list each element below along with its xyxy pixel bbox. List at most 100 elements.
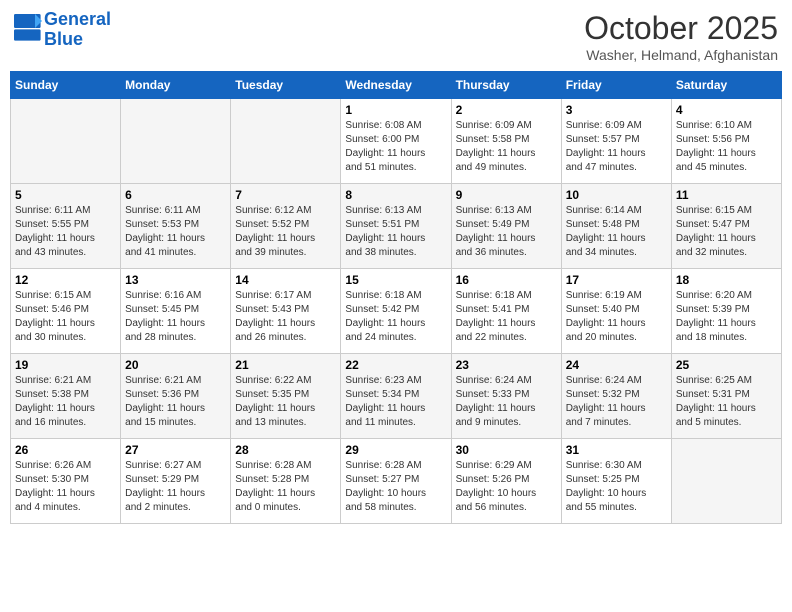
day-number: 19 [15,358,116,372]
weekday-header-thursday: Thursday [451,72,561,99]
day-info: Sunrise: 6:11 AM Sunset: 5:55 PM Dayligh… [15,204,116,260]
weekday-header-sunday: Sunday [11,72,121,99]
day-info: Sunrise: 6:13 AM Sunset: 5:49 PM Dayligh… [456,204,557,260]
calendar-week-2: 5 Sunrise: 6:11 AM Sunset: 5:55 PM Daylig… [11,184,782,269]
weekday-header-monday: Monday [121,72,231,99]
day-info: Sunrise: 6:23 AM Sunset: 5:34 PM Dayligh… [345,374,446,430]
day-number: 23 [456,358,557,372]
day-number: 24 [566,358,667,372]
day-info: Sunrise: 6:19 AM Sunset: 5:40 PM Dayligh… [566,289,667,345]
calendar-table: SundayMondayTuesdayWednesdayThursdayFrid… [10,71,782,524]
day-info: Sunrise: 6:27 AM Sunset: 5:29 PM Dayligh… [125,459,226,515]
calendar-cell: 7 Sunrise: 6:12 AM Sunset: 5:52 PM Daylig… [231,184,341,269]
calendar-cell: 14 Sunrise: 6:17 AM Sunset: 5:43 PM Dayli… [231,269,341,354]
day-info: Sunrise: 6:24 AM Sunset: 5:33 PM Dayligh… [456,374,557,430]
day-number: 28 [235,443,336,457]
day-number: 27 [125,443,226,457]
calendar-cell: 15 Sunrise: 6:18 AM Sunset: 5:42 PM Dayli… [341,269,451,354]
calendar-cell: 24 Sunrise: 6:24 AM Sunset: 5:32 PM Dayli… [561,354,671,439]
day-number: 16 [456,273,557,287]
day-number: 31 [566,443,667,457]
logo-icon [14,14,42,42]
day-number: 14 [235,273,336,287]
day-info: Sunrise: 6:25 AM Sunset: 5:31 PM Dayligh… [676,374,777,430]
calendar-cell: 1 Sunrise: 6:08 AM Sunset: 6:00 PM Daylig… [341,99,451,184]
title-block: October 2025 Washer, Helmand, Afghanista… [584,10,778,63]
calendar-cell: 13Sunrise: 6:16 AM Sunset: 5:45 PM Dayli… [121,269,231,354]
day-number: 18 [676,273,777,287]
day-number: 9 [456,188,557,202]
day-info: Sunrise: 6:21 AM Sunset: 5:36 PM Dayligh… [125,374,226,430]
calendar-cell: 25 Sunrise: 6:25 AM Sunset: 5:31 PM Dayli… [671,354,781,439]
calendar-cell: 11 Sunrise: 6:15 AM Sunset: 5:47 PM Dayli… [671,184,781,269]
day-number: 11 [676,188,777,202]
day-number: 21 [235,358,336,372]
calendar-cell: 19 Sunrise: 6:21 AM Sunset: 5:38 PM Dayli… [11,354,121,439]
day-number: 7 [235,188,336,202]
calendar-cell: 23 Sunrise: 6:24 AM Sunset: 5:33 PM Dayli… [451,354,561,439]
month-title: October 2025 [584,10,778,47]
day-number: 12 [15,273,116,287]
weekday-header-friday: Friday [561,72,671,99]
day-info: Sunrise: 6:20 AM Sunset: 5:39 PM Dayligh… [676,289,777,345]
day-number: 15 [345,273,446,287]
calendar-cell: 9 Sunrise: 6:13 AM Sunset: 5:49 PM Daylig… [451,184,561,269]
calendar-cell: 18 Sunrise: 6:20 AM Sunset: 5:39 PM Dayli… [671,269,781,354]
day-info: Sunrise: 6:15 AM Sunset: 5:47 PM Dayligh… [676,204,777,260]
calendar-cell: 10Sunrise: 6:14 AM Sunset: 5:48 PM Dayli… [561,184,671,269]
calendar-cell: 2 Sunrise: 6:09 AM Sunset: 5:58 PM Daylig… [451,99,561,184]
day-info: Sunrise: 6:24 AM Sunset: 5:32 PM Dayligh… [566,374,667,430]
calendar-cell: 22Sunrise: 6:23 AM Sunset: 5:34 PM Dayli… [341,354,451,439]
calendar-cell: 29 Sunrise: 6:28 AM Sunset: 5:27 PM Dayli… [341,439,451,524]
day-number: 6 [125,188,226,202]
day-info: Sunrise: 6:13 AM Sunset: 5:51 PM Dayligh… [345,204,446,260]
calendar-cell [121,99,231,184]
day-number: 25 [676,358,777,372]
calendar-cell: 26Sunrise: 6:26 AM Sunset: 5:30 PM Dayli… [11,439,121,524]
calendar-week-1: 1 Sunrise: 6:08 AM Sunset: 6:00 PM Daylig… [11,99,782,184]
day-number: 3 [566,103,667,117]
calendar-week-4: 19 Sunrise: 6:21 AM Sunset: 5:38 PM Dayli… [11,354,782,439]
day-number: 8 [345,188,446,202]
day-info: Sunrise: 6:28 AM Sunset: 5:28 PM Dayligh… [235,459,336,515]
day-number: 4 [676,103,777,117]
day-number: 17 [566,273,667,287]
calendar-cell: 20Sunrise: 6:21 AM Sunset: 5:36 PM Dayli… [121,354,231,439]
day-info: Sunrise: 6:12 AM Sunset: 5:52 PM Dayligh… [235,204,336,260]
day-info: Sunrise: 6:28 AM Sunset: 5:27 PM Dayligh… [345,459,446,515]
day-info: Sunrise: 6:09 AM Sunset: 5:57 PM Dayligh… [566,119,667,175]
calendar-cell [231,99,341,184]
calendar-cell: 17 Sunrise: 6:19 AM Sunset: 5:40 PM Dayli… [561,269,671,354]
weekday-header-row: SundayMondayTuesdayWednesdayThursdayFrid… [11,72,782,99]
day-info: Sunrise: 6:11 AM Sunset: 5:53 PM Dayligh… [125,204,226,260]
day-info: Sunrise: 6:22 AM Sunset: 5:35 PM Dayligh… [235,374,336,430]
weekday-header-wednesday: Wednesday [341,72,451,99]
calendar-cell: 31Sunrise: 6:30 AM Sunset: 5:25 PM Dayli… [561,439,671,524]
calendar-week-5: 26Sunrise: 6:26 AM Sunset: 5:30 PM Dayli… [11,439,782,524]
day-number: 29 [345,443,446,457]
day-number: 26 [15,443,116,457]
logo-text: General Blue [44,10,111,50]
day-info: Sunrise: 6:29 AM Sunset: 5:26 PM Dayligh… [456,459,557,515]
day-number: 30 [456,443,557,457]
calendar-cell: 3 Sunrise: 6:09 AM Sunset: 5:57 PM Daylig… [561,99,671,184]
weekday-header-tuesday: Tuesday [231,72,341,99]
calendar-cell: 12 Sunrise: 6:15 AM Sunset: 5:46 PM Dayli… [11,269,121,354]
calendar-cell: 8 Sunrise: 6:13 AM Sunset: 5:51 PM Daylig… [341,184,451,269]
day-info: Sunrise: 6:09 AM Sunset: 5:58 PM Dayligh… [456,119,557,175]
calendar-cell [11,99,121,184]
day-number: 10 [566,188,667,202]
day-info: Sunrise: 6:08 AM Sunset: 6:00 PM Dayligh… [345,119,446,175]
day-info: Sunrise: 6:17 AM Sunset: 5:43 PM Dayligh… [235,289,336,345]
day-number: 1 [345,103,446,117]
location: Washer, Helmand, Afghanistan [584,47,778,63]
day-number: 2 [456,103,557,117]
calendar-cell: 21 Sunrise: 6:22 AM Sunset: 5:35 PM Dayli… [231,354,341,439]
weekday-header-saturday: Saturday [671,72,781,99]
day-info: Sunrise: 6:18 AM Sunset: 5:42 PM Dayligh… [345,289,446,345]
day-info: Sunrise: 6:10 AM Sunset: 5:56 PM Dayligh… [676,119,777,175]
day-number: 5 [15,188,116,202]
day-info: Sunrise: 6:15 AM Sunset: 5:46 PM Dayligh… [15,289,116,345]
calendar-cell: 6 Sunrise: 6:11 AM Sunset: 5:53 PM Daylig… [121,184,231,269]
day-info: Sunrise: 6:21 AM Sunset: 5:38 PM Dayligh… [15,374,116,430]
